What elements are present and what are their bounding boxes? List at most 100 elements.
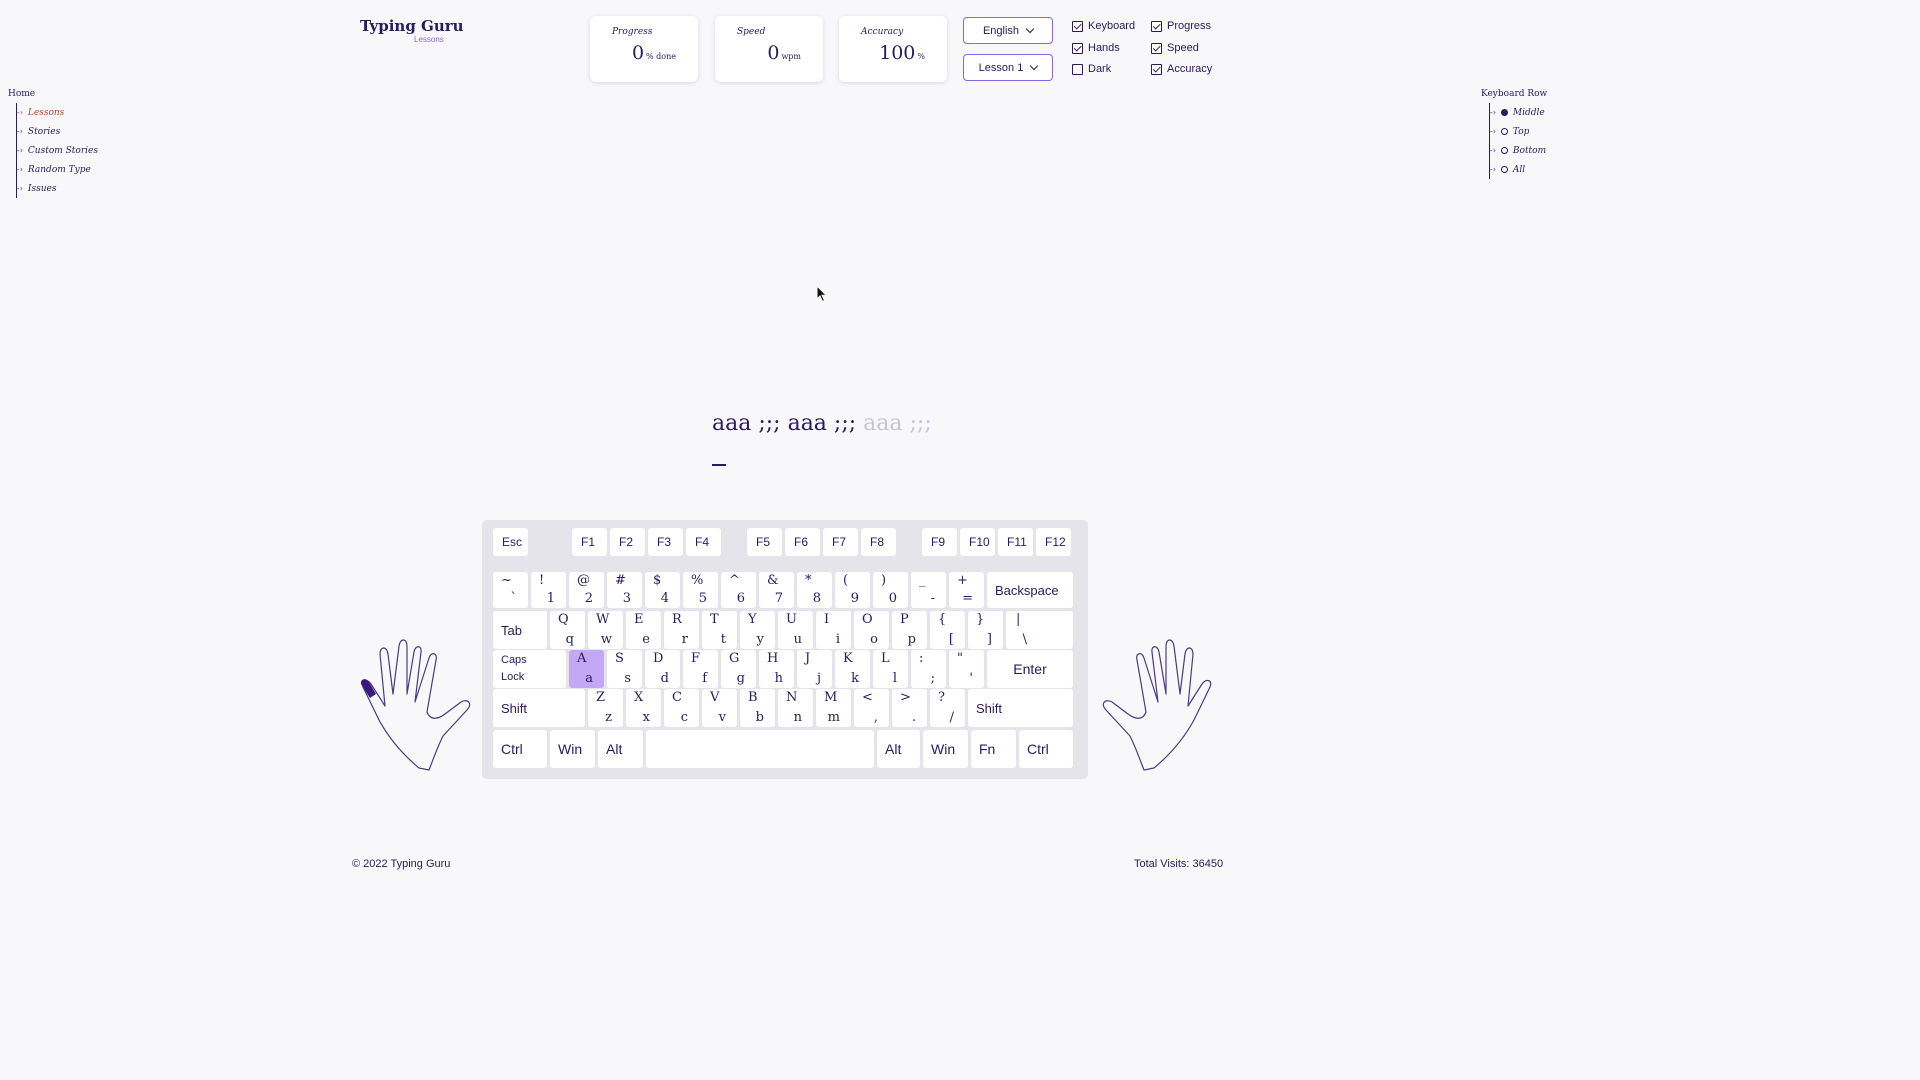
key-l[interactable]: Ll — [873, 650, 908, 688]
lesson-select[interactable]: Lesson 1 — [963, 54, 1053, 81]
key-s[interactable]: Ss — [607, 650, 642, 688]
nav-item-random-type[interactable]: -› Random Type — [17, 160, 98, 179]
key-backslash[interactable]: | \ — [1006, 611, 1073, 649]
key-6[interactable]: ^ 6 — [721, 572, 756, 608]
toggle-hands[interactable]: Hands — [1072, 42, 1120, 54]
nav-item-issues[interactable]: -› Issues — [17, 179, 98, 198]
typing-text[interactable]: aaa ;;; aaa ;;; aaa ;;; — [712, 411, 932, 436]
key-f12[interactable]: F12 — [1036, 528, 1071, 556]
key-enter[interactable]: Enter — [987, 650, 1073, 688]
key-q[interactable]: Qq — [550, 611, 585, 649]
key-f9[interactable]: F9 — [922, 528, 957, 556]
key-quote[interactable]: " ' — [949, 650, 984, 688]
logo-title[interactable]: Typing Guru — [360, 17, 464, 35]
key-f11[interactable]: F11 — [998, 528, 1033, 556]
key-left-bracket[interactable]: {[ — [930, 611, 965, 649]
key-esc[interactable]: Esc — [493, 528, 528, 556]
key-u[interactable]: Uu — [778, 611, 813, 649]
toggle-keyboard[interactable]: Keyboard — [1072, 20, 1135, 32]
key-w[interactable]: Ww — [588, 611, 623, 649]
key-f4[interactable]: F4 — [686, 528, 721, 556]
row-option-bottom[interactable]: -› Bottom — [1490, 141, 1546, 160]
toggle-speed[interactable]: Speed — [1151, 42, 1199, 54]
key-left-alt[interactable]: Alt — [598, 730, 643, 768]
key-7[interactable]: & 7 — [759, 572, 794, 608]
key-0[interactable]: ) 0 — [873, 572, 908, 608]
key-left-win[interactable]: Win — [550, 730, 595, 768]
key-2[interactable]: @2 — [569, 572, 604, 608]
row-option-all[interactable]: -› All — [1490, 160, 1546, 179]
key-f5[interactable]: F5 — [747, 528, 782, 556]
key-f8[interactable]: F8 — [861, 528, 896, 556]
radio-middle[interactable] — [1500, 109, 1508, 116]
key-3[interactable]: #3 — [607, 572, 642, 608]
key-tab[interactable]: Tab — [493, 611, 547, 649]
toggle-keyboard-checkbox[interactable] — [1072, 20, 1083, 32]
key-e[interactable]: Ee — [626, 611, 661, 649]
key-f3[interactable]: F3 — [648, 528, 683, 556]
key-f10[interactable]: F10 — [960, 528, 995, 556]
key-p[interactable]: Pp — [892, 611, 927, 649]
toggle-accuracy-checkbox[interactable] — [1151, 63, 1162, 75]
key-j[interactable]: Jj — [797, 650, 832, 688]
key-fn[interactable]: Fn — [971, 730, 1016, 768]
radio-top[interactable] — [1500, 128, 1508, 135]
key-caps-lock[interactable]: Caps Lock — [493, 650, 566, 688]
toggle-dark-checkbox[interactable] — [1072, 63, 1083, 75]
toggle-hands-checkbox[interactable] — [1072, 42, 1083, 54]
radio-all[interactable] — [1500, 166, 1508, 173]
key-right-ctrl[interactable]: Ctrl — [1019, 730, 1073, 768]
key-minus[interactable]: _ - — [911, 572, 946, 608]
key-o[interactable]: Oo — [854, 611, 889, 649]
key-backtick[interactable]: ~ ` — [493, 572, 528, 608]
key-right-win[interactable]: Win — [923, 730, 968, 768]
key-t[interactable]: Tt — [702, 611, 737, 649]
key-left-shift[interactable]: Shift — [493, 689, 585, 727]
key-comma[interactable]: <, — [854, 689, 889, 727]
key-equals[interactable]: + = — [949, 572, 984, 608]
key-f[interactable]: Ff — [683, 650, 718, 688]
key-y[interactable]: Yy — [740, 611, 775, 649]
key-f6[interactable]: F6 — [785, 528, 820, 556]
key-r[interactable]: Rr — [664, 611, 699, 649]
nav-item-stories[interactable]: -› Stories — [17, 122, 98, 141]
toggle-dark[interactable]: Dark — [1072, 63, 1111, 75]
key-semicolon[interactable]: :; — [911, 650, 946, 688]
nav-home[interactable]: Home — [8, 89, 35, 99]
language-select[interactable]: English — [963, 17, 1053, 44]
key-f1[interactable]: F1 — [572, 528, 607, 556]
key-period[interactable]: >. — [892, 689, 927, 727]
key-m[interactable]: Mm — [816, 689, 851, 727]
key-g[interactable]: Gg — [721, 650, 756, 688]
key-i[interactable]: Ii — [816, 611, 851, 649]
key-z[interactable]: Zz — [588, 689, 623, 727]
nav-item-custom-stories[interactable]: -› Custom Stories — [17, 141, 98, 160]
key-backspace[interactable]: Backspace — [987, 572, 1073, 608]
key-slash[interactable]: ? / — [930, 689, 965, 727]
row-option-middle[interactable]: -› Middle — [1490, 103, 1546, 122]
key-k[interactable]: Kk — [835, 650, 870, 688]
key-v[interactable]: Vv — [702, 689, 737, 727]
toggle-progress[interactable]: Progress — [1151, 20, 1211, 32]
key-d[interactable]: Dd — [645, 650, 680, 688]
row-option-top[interactable]: -› Top — [1490, 122, 1546, 141]
key-left-ctrl[interactable]: Ctrl — [493, 730, 547, 768]
key-c[interactable]: Cc — [664, 689, 699, 727]
key-b[interactable]: Bb — [740, 689, 775, 727]
key-8[interactable]: * 8 — [797, 572, 832, 608]
toggle-accuracy[interactable]: Accuracy — [1151, 63, 1212, 75]
key-right-shift[interactable]: Shift — [968, 689, 1073, 727]
key-9[interactable]: (9 — [835, 572, 870, 608]
radio-bottom[interactable] — [1500, 147, 1508, 154]
key-h[interactable]: Hh — [759, 650, 794, 688]
key-n[interactable]: Nn — [778, 689, 813, 727]
key-a[interactable]: Aa — [569, 650, 604, 688]
key-5[interactable]: % 5 — [683, 572, 718, 608]
key-4[interactable]: $4 — [645, 572, 680, 608]
toggle-speed-checkbox[interactable] — [1151, 42, 1162, 54]
key-f2[interactable]: F2 — [610, 528, 645, 556]
key-right-bracket[interactable]: }] — [968, 611, 1003, 649]
key-x[interactable]: Xx — [626, 689, 661, 727]
key-f7[interactable]: F7 — [823, 528, 858, 556]
key-space[interactable] — [646, 730, 874, 768]
